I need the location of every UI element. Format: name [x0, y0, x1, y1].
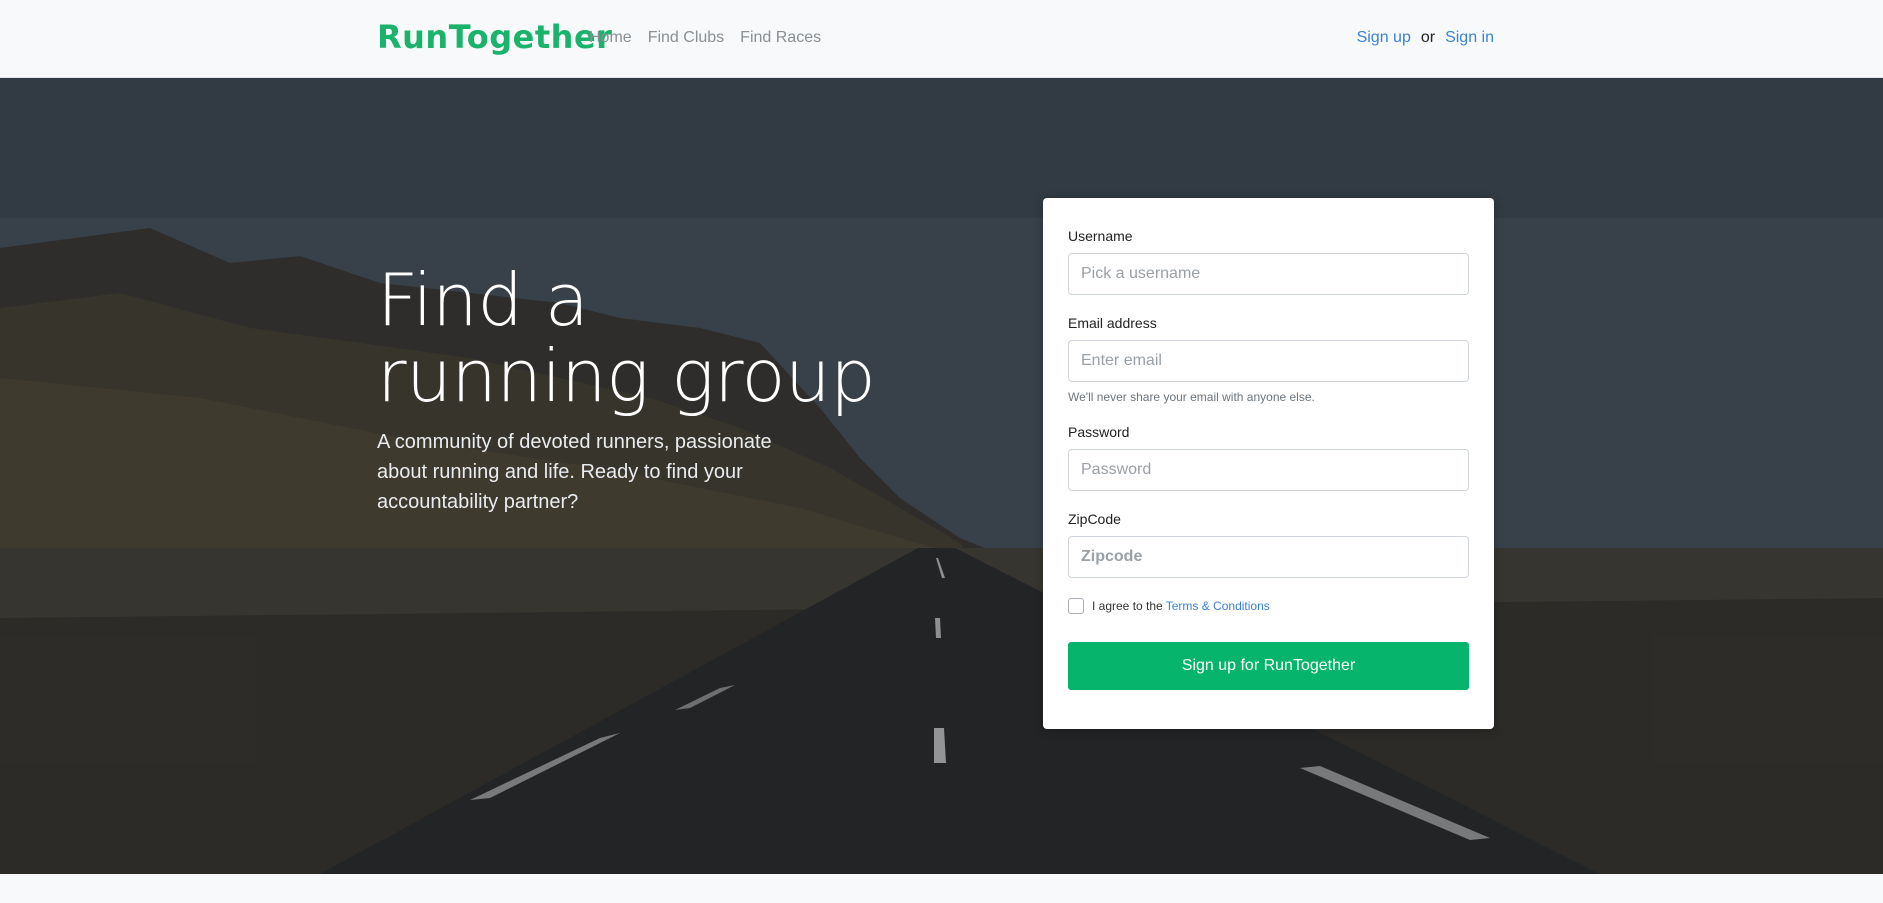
terms-row: I agree to the Terms & Conditions [1068, 598, 1469, 614]
hero-overlay [0, 78, 1883, 874]
zipcode-input[interactable] [1068, 536, 1469, 578]
password-group: Password [1068, 424, 1469, 491]
zipcode-group: ZipCode [1068, 511, 1469, 578]
nav-link-find-races[interactable]: Find Races [740, 29, 821, 47]
email-input[interactable] [1068, 340, 1469, 382]
terms-link[interactable]: Terms & Conditions [1166, 599, 1270, 613]
username-label: Username [1068, 228, 1133, 244]
password-input[interactable] [1068, 449, 1469, 491]
nav-link-find-clubs[interactable]: Find Clubs [648, 29, 724, 47]
hero-section [0, 78, 1883, 874]
email-group: Email address We'll never share your ema… [1068, 315, 1469, 404]
signup-link[interactable]: Sign up [1357, 29, 1411, 47]
password-label: Password [1068, 424, 1130, 440]
terms-checkbox[interactable] [1068, 598, 1084, 614]
username-input[interactable] [1068, 253, 1469, 295]
top-navbar: RunTogether Home Find Clubs Find Races S… [0, 0, 1883, 78]
nav-link-home[interactable]: Home [589, 29, 632, 47]
brand-logo[interactable]: RunTogether [377, 18, 612, 56]
username-group: Username [1068, 228, 1469, 295]
nav-links: Home Find Clubs Find Races [589, 29, 821, 47]
signup-submit-button[interactable]: Sign up for RunTogether [1068, 642, 1469, 690]
email-label: Email address [1068, 315, 1157, 331]
zipcode-label: ZipCode [1068, 511, 1121, 527]
email-help-text: We'll never share your email with anyone… [1068, 390, 1315, 404]
hero-title: Find a running group [377, 258, 876, 418]
signin-link[interactable]: Sign in [1445, 29, 1494, 47]
or-text: or [1420, 29, 1436, 46]
hero-subtitle: A community of devoted runners, passiona… [377, 431, 772, 513]
auth-links: Sign up or Sign in [1357, 29, 1494, 47]
agree-text: I agree to the [1092, 599, 1163, 613]
signup-card: Username Email address We'll never share… [1043, 198, 1494, 729]
